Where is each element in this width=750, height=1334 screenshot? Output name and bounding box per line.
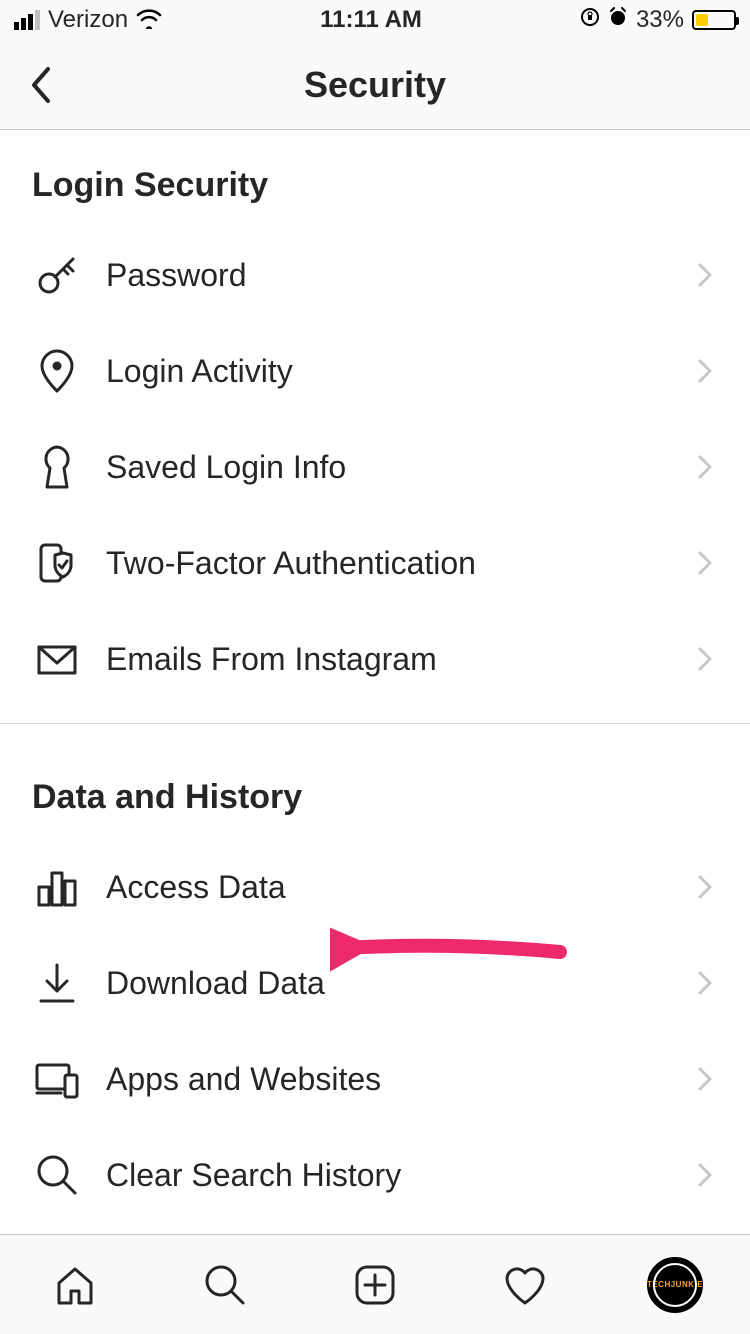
download-icon: [32, 958, 82, 1008]
login-activity-row[interactable]: Login Activity: [0, 323, 750, 419]
new-post-tab[interactable]: [347, 1257, 403, 1313]
heart-icon: [501, 1261, 549, 1309]
devices-icon: [32, 1054, 82, 1104]
search-tab[interactable]: [197, 1257, 253, 1313]
mail-icon: [32, 634, 82, 684]
page-title: Security: [0, 64, 750, 106]
plus-square-icon: [351, 1261, 399, 1309]
chevron-right-icon: [696, 873, 714, 901]
section-header-data-history: Data and History: [0, 742, 750, 839]
row-label: Two-Factor Authentication: [106, 545, 696, 582]
row-label: Login Activity: [106, 353, 696, 390]
tab-bar: TECHJUNKIE: [0, 1234, 750, 1334]
search-icon: [201, 1261, 249, 1309]
alarm-icon: [608, 6, 628, 34]
nav-header: Security: [0, 40, 750, 130]
shield-phone-icon: [32, 538, 82, 588]
chevron-right-icon: [696, 969, 714, 997]
apps-websites-row[interactable]: Apps and Websites: [0, 1031, 750, 1127]
two-factor-row[interactable]: Two-Factor Authentication: [0, 515, 750, 611]
key-icon: [32, 250, 82, 300]
row-label: Emails From Instagram: [106, 641, 696, 678]
back-button[interactable]: [0, 40, 80, 130]
chevron-left-icon: [28, 65, 52, 105]
section-divider: [0, 723, 750, 724]
row-label: Saved Login Info: [106, 449, 696, 486]
emails-row[interactable]: Emails From Instagram: [0, 611, 750, 707]
clear-search-history-row[interactable]: Clear Search History: [0, 1127, 750, 1223]
carrier-label: Verizon: [48, 6, 128, 34]
profile-avatar-icon: TECHJUNKIE: [647, 1257, 703, 1313]
status-left: Verizon: [14, 5, 162, 36]
lock-rotation-icon: [580, 6, 600, 34]
chevron-right-icon: [696, 261, 714, 289]
row-label: Clear Search History: [106, 1157, 696, 1194]
status-bar: Verizon 11:11 AM 33%: [0, 0, 750, 40]
home-tab[interactable]: [47, 1257, 103, 1313]
download-data-row[interactable]: Download Data: [0, 935, 750, 1031]
row-label: Apps and Websites: [106, 1061, 696, 1098]
profile-tab[interactable]: TECHJUNKIE: [647, 1257, 703, 1313]
chevron-right-icon: [696, 645, 714, 673]
password-row[interactable]: Password: [0, 227, 750, 323]
section-header-login-security: Login Security: [0, 130, 750, 227]
activity-tab[interactable]: [497, 1257, 553, 1313]
chevron-right-icon: [696, 1161, 714, 1189]
chevron-right-icon: [696, 357, 714, 385]
search-icon: [32, 1150, 82, 1200]
location-pin-icon: [32, 346, 82, 396]
bar-chart-icon: [32, 862, 82, 912]
saved-login-info-row[interactable]: Saved Login Info: [0, 419, 750, 515]
clock: 11:11 AM: [320, 6, 422, 34]
wifi-icon: [136, 5, 162, 36]
row-label: Download Data: [106, 965, 696, 1002]
home-icon: [51, 1261, 99, 1309]
battery-percent: 33%: [636, 6, 684, 34]
battery-icon: [692, 10, 736, 30]
row-label: Access Data: [106, 869, 696, 906]
signal-icon: [14, 10, 40, 30]
chevron-right-icon: [696, 453, 714, 481]
chevron-right-icon: [696, 549, 714, 577]
status-right: 33%: [580, 6, 736, 34]
profile-badge-text: TECHJUNKIE: [647, 1280, 703, 1289]
chevron-right-icon: [696, 1065, 714, 1093]
keyhole-icon: [32, 442, 82, 492]
row-label: Password: [106, 257, 696, 294]
access-data-row[interactable]: Access Data: [0, 839, 750, 935]
